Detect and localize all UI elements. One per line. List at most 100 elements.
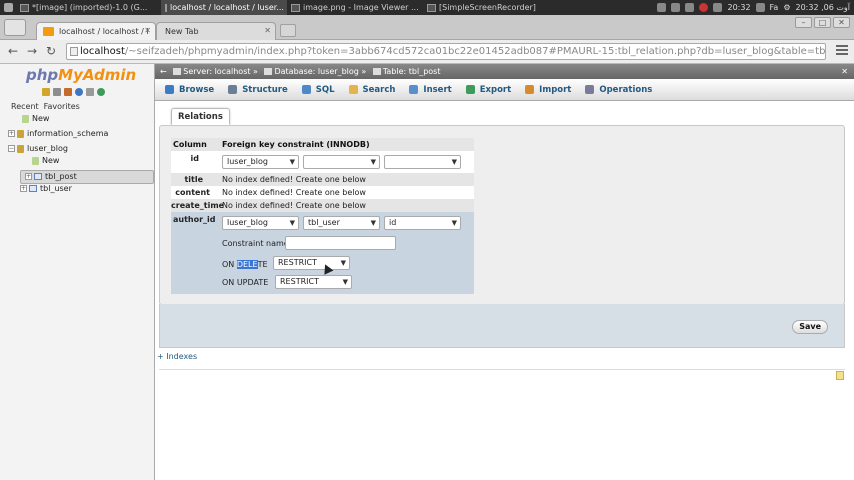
tab-import[interactable]: Import — [519, 85, 579, 95]
foreign-column-select[interactable]: ▼ — [384, 155, 461, 169]
forward-arrow-icon[interactable]: → — [25, 44, 39, 58]
reload-navigation-icon[interactable] — [97, 88, 105, 96]
window-controls: – □ ✕ — [795, 17, 850, 28]
save-button[interactable]: Save — [792, 320, 828, 334]
page-icon — [70, 47, 78, 56]
table-icon — [29, 185, 37, 192]
tab-recent[interactable]: Recent — [11, 102, 39, 111]
import-icon — [525, 85, 535, 94]
home-icon[interactable] — [42, 88, 50, 96]
new-tab-button[interactable] — [280, 24, 296, 37]
tab-new-tab[interactable]: New Tab ✕ — [156, 22, 276, 40]
foreign-table-select[interactable]: ▼ — [303, 155, 380, 169]
dropdown-arrow-icon: ▼ — [370, 158, 376, 166]
on-update-select[interactable]: RESTRICT ▼ — [275, 275, 352, 289]
on-delete-select[interactable]: RESTRICT ▼ — [273, 256, 350, 270]
volume-icon[interactable] — [713, 3, 723, 12]
expand-icon[interactable]: + — [25, 173, 32, 180]
sql-query-icon[interactable] — [64, 88, 72, 96]
maximize-button[interactable]: □ — [814, 17, 831, 28]
foreign-table-select[interactable]: tbl_user ▼ — [303, 216, 380, 230]
minimize-button[interactable]: – — [795, 17, 812, 28]
relations-header: Column Foreign key constraint (INNODB) — [171, 138, 474, 151]
relation-row-create-time: create_time No index defined! Create one… — [171, 199, 474, 212]
table-icon — [372, 68, 381, 75]
foreign-db-select[interactable]: luser_blog ▼ — [222, 155, 299, 169]
datetime-label: 20:32 ,آوت 06 — [795, 3, 851, 12]
close-tab-icon[interactable]: ✕ — [144, 26, 151, 35]
foreign-db-select[interactable]: luser_blog ▼ — [222, 216, 299, 230]
console-icon[interactable] — [836, 371, 844, 380]
on-delete-label: ON DELETE — [222, 260, 268, 269]
system-taskbar: *[image] (imported)-1.0 (G... localhost … — [0, 0, 854, 15]
tree-item-luser-blog[interactable]: − luser_blog — [8, 144, 68, 153]
column-name: id — [190, 154, 199, 163]
divider — [159, 369, 845, 370]
window-icon — [427, 3, 436, 12]
collapse-arrow-icon[interactable]: ← — [160, 67, 167, 76]
help-icon[interactable] — [75, 88, 83, 96]
dropdown-arrow-icon: ▼ — [289, 158, 295, 166]
browse-icon — [165, 85, 174, 94]
expand-icon[interactable]: + — [20, 185, 27, 192]
breadcrumb-database[interactable]: Database: luser_blog — [274, 67, 358, 76]
logout-icon[interactable] — [53, 88, 61, 96]
indexes-link[interactable]: + Indexes — [157, 352, 197, 361]
tray-clock: 20:32 — [727, 3, 751, 12]
hamburger-menu-icon[interactable] — [836, 45, 848, 57]
reload-icon[interactable]: ↻ — [44, 44, 58, 58]
taskbar-item-screen-recorder[interactable]: [SimpleScreenRecorder] — [423, 0, 553, 15]
tree-item-information-schema[interactable]: + information_schema — [8, 129, 108, 138]
address-bar[interactable]: localhost/~seifzadeh/phpmyadmin/index.ph… — [66, 43, 826, 60]
record-icon[interactable] — [699, 3, 709, 12]
tab-structure[interactable]: Structure — [222, 85, 296, 95]
table-icon — [34, 173, 42, 180]
tab-search[interactable]: Search — [343, 85, 404, 95]
tab-insert[interactable]: Insert — [403, 85, 459, 95]
close-button[interactable]: ✕ — [833, 17, 850, 28]
tab-phpmyadmin[interactable]: localhost / localhost / l ✕ — [36, 22, 156, 40]
taskbar-item-browser[interactable]: localhost / localhost / luser... — [161, 0, 287, 15]
tab-export[interactable]: Export — [460, 85, 519, 95]
tab-browse[interactable]: Browse — [159, 85, 222, 95]
expand-icon[interactable]: + — [8, 130, 15, 137]
gear-icon[interactable]: ⚙ — [783, 3, 790, 12]
tree-item-new-table[interactable]: New — [32, 156, 59, 165]
browser-toolbar: ← → ↻ localhost/~seifzadeh/phpmyadmin/in… — [0, 40, 854, 64]
close-tab-icon[interactable]: ✕ — [264, 26, 271, 35]
window-icon — [291, 3, 300, 12]
phpmyadmin-logo[interactable]: phpMyAdmin — [26, 66, 136, 84]
dropdown-arrow-icon: ▼ — [370, 219, 376, 227]
breadcrumb-server[interactable]: Server: localhost — [183, 67, 250, 76]
back-arrow-icon[interactable]: ← — [6, 44, 20, 58]
settings-icon[interactable] — [86, 88, 94, 96]
tree-item-new-db[interactable]: New — [22, 114, 49, 123]
sql-icon — [301, 85, 311, 94]
relation-row-author-id: author_id luser_blog ▼ tbl_user ▼ id ▼ Cons… — [171, 212, 474, 294]
column-name: content — [175, 188, 210, 197]
tree-item-tbl-post[interactable]: + tbl_post — [20, 170, 154, 184]
browser-menu-icon[interactable] — [4, 19, 26, 36]
foreign-column-select[interactable]: id ▼ — [384, 216, 461, 230]
tab-operations[interactable]: Operations — [579, 85, 660, 95]
keyboard-icon[interactable] — [755, 3, 765, 12]
start-menu-icon[interactable] — [0, 0, 16, 15]
collapse-icon[interactable]: − — [8, 145, 15, 152]
wifi-icon[interactable] — [685, 3, 695, 12]
tab-favorites[interactable]: Favorites — [44, 102, 80, 111]
breadcrumb-close-icon[interactable]: ✕ — [841, 64, 848, 79]
network-icon[interactable] — [671, 3, 681, 12]
constraint-name-input[interactable] — [285, 236, 396, 250]
keyboard-layout-badge[interactable]: Fa — [770, 3, 779, 12]
database-icon — [264, 68, 273, 75]
taskbar-item-gimp[interactable]: *[image] (imported)-1.0 (G... — [16, 0, 161, 15]
relation-row-title: title No index defined! Create one below — [171, 173, 474, 186]
save-bar: Save — [159, 304, 845, 348]
tab-sql[interactable]: SQL — [296, 85, 343, 95]
battery-icon[interactable] — [657, 3, 667, 12]
breadcrumb-table[interactable]: Table: tbl_post — [383, 67, 441, 76]
taskbar-item-image-viewer[interactable]: image.png - Image Viewer ... — [287, 0, 423, 15]
pma-main-panel: ← Server: localhost » Database: luser_bl… — [155, 64, 854, 480]
tree-item-tbl-user[interactable]: + tbl_user — [20, 184, 72, 193]
database-icon — [17, 144, 24, 153]
